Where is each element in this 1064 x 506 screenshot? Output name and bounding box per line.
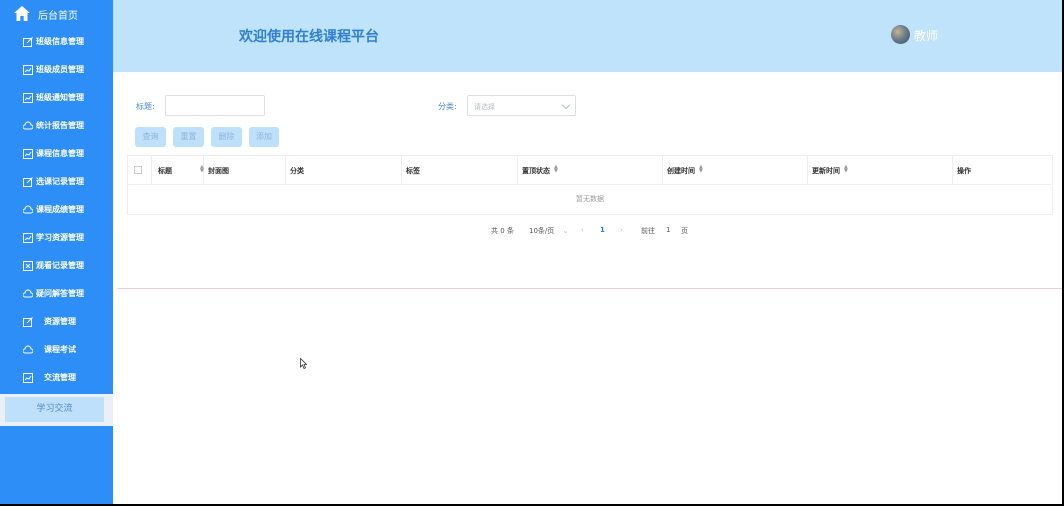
chart-icon bbox=[23, 233, 33, 243]
column-header-title[interactable]: 标题 ▲ ▼ bbox=[152, 156, 204, 185]
edit-icon bbox=[23, 177, 33, 187]
category-label: 分类: bbox=[438, 102, 457, 111]
sidebar-item-qa[interactable]: 疑问解答管理 bbox=[0, 280, 113, 308]
avatar[interactable] bbox=[891, 25, 910, 44]
empty-text: 暂无数据 bbox=[576, 195, 604, 203]
add-button[interactable]: 添加 bbox=[249, 127, 279, 147]
sidebar-item-class-members[interactable]: 班级成员管理 bbox=[0, 56, 113, 84]
chevron-down-icon: ⌄ bbox=[562, 227, 569, 235]
prev-page-icon[interactable]: ‹ bbox=[581, 226, 584, 234]
cloud-icon bbox=[23, 345, 33, 354]
edit-icon bbox=[23, 37, 33, 47]
sidebar-item-course-info[interactable]: 课程信息管理 bbox=[0, 140, 113, 168]
page-size-value: 10条/页 bbox=[529, 227, 555, 235]
reset-button[interactable]: 重置 bbox=[173, 127, 204, 147]
query-button[interactable]: 查询 bbox=[135, 127, 166, 147]
sidebar-item-label: 班级信息管理 bbox=[36, 37, 84, 46]
sidebar-item-class-info[interactable]: 班级信息管理 bbox=[0, 28, 113, 56]
title-label: 标题: bbox=[136, 102, 155, 111]
delete-button[interactable]: 删除 bbox=[211, 127, 242, 147]
page-size-select[interactable]: 10条/页 ⌄ bbox=[529, 226, 568, 236]
sidebar-item-watch-records[interactable]: 观看记录管理 bbox=[0, 252, 113, 280]
select-all-header bbox=[128, 156, 152, 185]
column-header-category: 分类 bbox=[286, 156, 402, 185]
sidebar-home-label: 后台首页 bbox=[38, 11, 78, 22]
sidebar-item-class-notices[interactable]: 班级通知管理 bbox=[0, 84, 113, 112]
chart-icon bbox=[23, 373, 33, 383]
sidebar-item-learning-resources[interactable]: 学习资源管理 bbox=[0, 224, 113, 252]
sidebar-home[interactable]: 后台首页 bbox=[0, 0, 113, 28]
chart-icon bbox=[23, 93, 33, 103]
category-select[interactable]: 请选择 bbox=[467, 95, 576, 116]
sidebar-item-communication[interactable]: 交流管理 bbox=[0, 364, 113, 392]
select-all-checkbox[interactable] bbox=[134, 166, 142, 174]
sidebar-item-study-exchange[interactable]: 学习交流 bbox=[5, 397, 104, 422]
page-title: 欢迎使用在线课程平台 bbox=[239, 29, 379, 45]
sort-icon[interactable]: ▲ ▼ bbox=[554, 165, 558, 174]
sidebar-item-label: 班级通知管理 bbox=[36, 93, 84, 102]
edit-icon bbox=[23, 317, 33, 327]
header: 欢迎使用在线课程平台 教师 bbox=[113, 0, 1064, 72]
sidebar-item-label: 课程考试 bbox=[44, 345, 76, 354]
sidebar-item-label: 资源管理 bbox=[44, 317, 76, 326]
page-unit: 页 bbox=[681, 227, 688, 235]
pagination-total: 共 0 条 bbox=[491, 227, 514, 235]
sidebar-item-enroll-records[interactable]: 选课记录管理 bbox=[0, 168, 113, 196]
data-table: 标题 ▲ ▼ 封面图 分类 标签 置顶状态 ▲ ▼ 创建时间 ▲ ▼ 更新时间 ▲ ▼ … bbox=[127, 155, 1053, 215]
cloud-icon bbox=[23, 205, 33, 214]
sidebar-submenu: 学习交流 bbox=[0, 394, 113, 426]
goto-label: 前往 bbox=[641, 227, 655, 235]
sidebar-item-label: 统计报告管理 bbox=[36, 121, 84, 130]
sidebar-item-course-grades[interactable]: 课程成绩管理 bbox=[0, 196, 113, 224]
sidebar-item-label: 疑问解答管理 bbox=[36, 289, 84, 298]
column-header-updated[interactable]: 更新时间 ▲ ▼ bbox=[808, 156, 953, 185]
column-header-actions: 操作 bbox=[953, 156, 1051, 185]
sidebar: 后台首页 班级信息管理 班级成员管理 班级通知管理 统计报告管理 课程信息管理 … bbox=[0, 0, 113, 504]
home-icon bbox=[14, 6, 30, 21]
current-page[interactable]: 1 bbox=[600, 226, 605, 234]
sidebar-item-label: 课程信息管理 bbox=[36, 149, 84, 158]
column-header-cover: 封面图 bbox=[204, 156, 286, 185]
sidebar-item-label: 选课记录管理 bbox=[36, 177, 84, 186]
column-header-pinned[interactable]: 置顶状态 ▲ ▼ bbox=[518, 156, 663, 185]
document-icon bbox=[23, 261, 33, 271]
divider bbox=[117, 288, 1062, 289]
sidebar-item-exams[interactable]: 课程考试 bbox=[0, 336, 113, 364]
cloud-icon bbox=[23, 289, 33, 298]
sidebar-item-label: 课程成绩管理 bbox=[36, 205, 84, 214]
chevron-down-icon bbox=[561, 100, 571, 110]
next-page-icon[interactable]: › bbox=[620, 226, 623, 234]
sidebar-item-label: 交流管理 bbox=[44, 373, 76, 382]
column-header-tags: 标签 bbox=[402, 156, 518, 185]
sidebar-item-label: 观看记录管理 bbox=[36, 261, 84, 270]
user-role[interactable]: 教师 bbox=[914, 27, 938, 44]
sidebar-item-resources[interactable]: 资源管理 bbox=[0, 308, 113, 336]
chart-icon bbox=[23, 65, 33, 75]
category-placeholder: 请选择 bbox=[474, 103, 495, 111]
cloud-icon bbox=[23, 121, 33, 130]
goto-input[interactable]: 1 bbox=[666, 226, 670, 234]
title-input[interactable] bbox=[165, 95, 265, 116]
sort-icon[interactable]: ▲ ▼ bbox=[699, 165, 703, 174]
mouse-cursor-icon bbox=[300, 358, 307, 369]
sidebar-item-stat-reports[interactable]: 统计报告管理 bbox=[0, 112, 113, 140]
sidebar-item-label: 学习资源管理 bbox=[36, 233, 84, 242]
chart-icon bbox=[23, 149, 33, 159]
sort-icon[interactable]: ▲ ▼ bbox=[844, 165, 848, 174]
sidebar-item-label: 班级成员管理 bbox=[36, 65, 84, 74]
column-header-created[interactable]: 创建时间 ▲ ▼ bbox=[663, 156, 808, 185]
